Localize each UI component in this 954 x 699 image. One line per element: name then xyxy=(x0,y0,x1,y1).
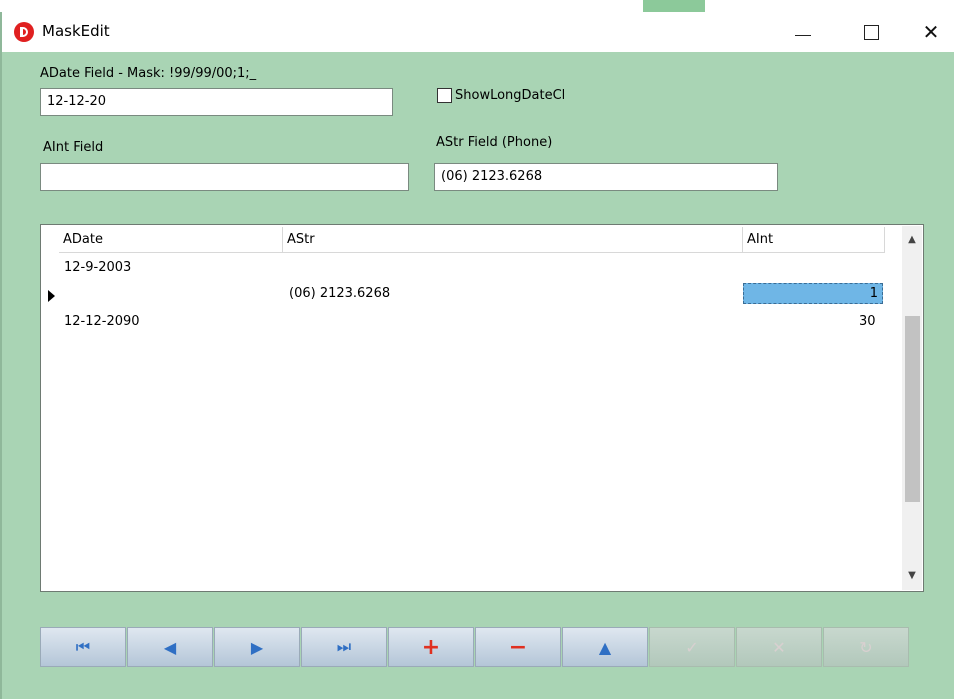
astr-field[interactable]: (06) 2123.6268 xyxy=(434,163,778,191)
prior-icon: ◀ xyxy=(163,637,177,657)
prior-record-button[interactable]: ◀ xyxy=(127,627,213,667)
current-row-indicator-icon xyxy=(48,290,55,302)
close-button[interactable]: ✕ xyxy=(908,12,954,52)
x-icon: ✕ xyxy=(772,637,786,657)
background-tab xyxy=(643,0,705,12)
last-icon: ⏭ xyxy=(336,637,352,656)
close-icon: ✕ xyxy=(922,20,940,44)
next-record-button[interactable]: ▶ xyxy=(214,627,300,667)
next-icon: ▶ xyxy=(250,637,264,657)
check-icon: ✓ xyxy=(685,637,699,657)
insert-record-button[interactable]: + xyxy=(388,627,474,667)
maximize-icon xyxy=(863,24,879,40)
plus-icon: + xyxy=(421,634,441,660)
column-header-adate[interactable]: ADate xyxy=(59,227,283,253)
checkbox-label: ShowLongDateCl xyxy=(455,88,566,103)
adate-field[interactable]: 12-12-20 xyxy=(40,88,393,116)
grid-cell-aint-selected[interactable]: 1 xyxy=(743,283,883,304)
grid-cell-astr[interactable]: (06) 2123.6268 xyxy=(289,286,390,301)
minimize-button[interactable] xyxy=(780,12,826,52)
up-triangle-icon: ▲ xyxy=(598,637,612,657)
checkbox-box[interactable] xyxy=(437,88,452,103)
refresh-icon: ↻ xyxy=(859,637,873,657)
refresh-record-button[interactable]: ↻ xyxy=(823,627,909,667)
scrollbar-thumb[interactable] xyxy=(905,316,920,502)
first-icon: ⏮ xyxy=(75,637,91,656)
grid-cell-aint[interactable]: 30 xyxy=(859,314,876,329)
data-grid[interactable]: ADate AStr AInt 12-9-2003 (06) 2123.6268… xyxy=(40,224,924,592)
window-border xyxy=(0,12,2,699)
show-long-date-checkbox[interactable]: ShowLongDateCl xyxy=(437,88,565,103)
column-header-astr[interactable]: AStr xyxy=(283,227,743,253)
title-bar: MaskEdit ✕ xyxy=(2,12,954,52)
minus-icon: − xyxy=(508,634,528,660)
minimize-icon xyxy=(795,34,811,36)
post-record-button[interactable]: ✓ xyxy=(649,627,735,667)
first-record-button[interactable]: ⏮ xyxy=(40,627,126,667)
scroll-down-icon[interactable]: ▼ xyxy=(902,570,922,581)
column-header-aint[interactable]: AInt xyxy=(743,227,885,253)
adate-label: ADate Field - Mask: !99/99/00;1;_ xyxy=(40,66,257,81)
aint-label: AInt Field xyxy=(43,140,104,155)
delete-record-button[interactable]: − xyxy=(475,627,561,667)
aint-field[interactable] xyxy=(40,163,409,191)
grid-cell-adate[interactable]: 12-9-2003 xyxy=(64,260,131,275)
db-navigator: ⏮ ◀ ▶ ⏭ + − ▲ ✓ ✕ ↻ xyxy=(40,627,910,667)
background-strip xyxy=(0,0,954,12)
cancel-record-button[interactable]: ✕ xyxy=(736,627,822,667)
edit-record-button[interactable]: ▲ xyxy=(562,627,648,667)
maximize-button[interactable] xyxy=(848,12,894,52)
last-record-button[interactable]: ⏭ xyxy=(301,627,387,667)
grid-cell-adate[interactable]: 12-12-2090 xyxy=(64,314,140,329)
window-title: MaskEdit xyxy=(42,22,110,40)
app-icon xyxy=(14,22,34,42)
scroll-up-icon[interactable]: ▲ xyxy=(902,234,922,245)
astr-label: AStr Field (Phone) xyxy=(436,135,553,150)
vertical-scrollbar[interactable]: ▲ ▼ xyxy=(902,226,922,590)
